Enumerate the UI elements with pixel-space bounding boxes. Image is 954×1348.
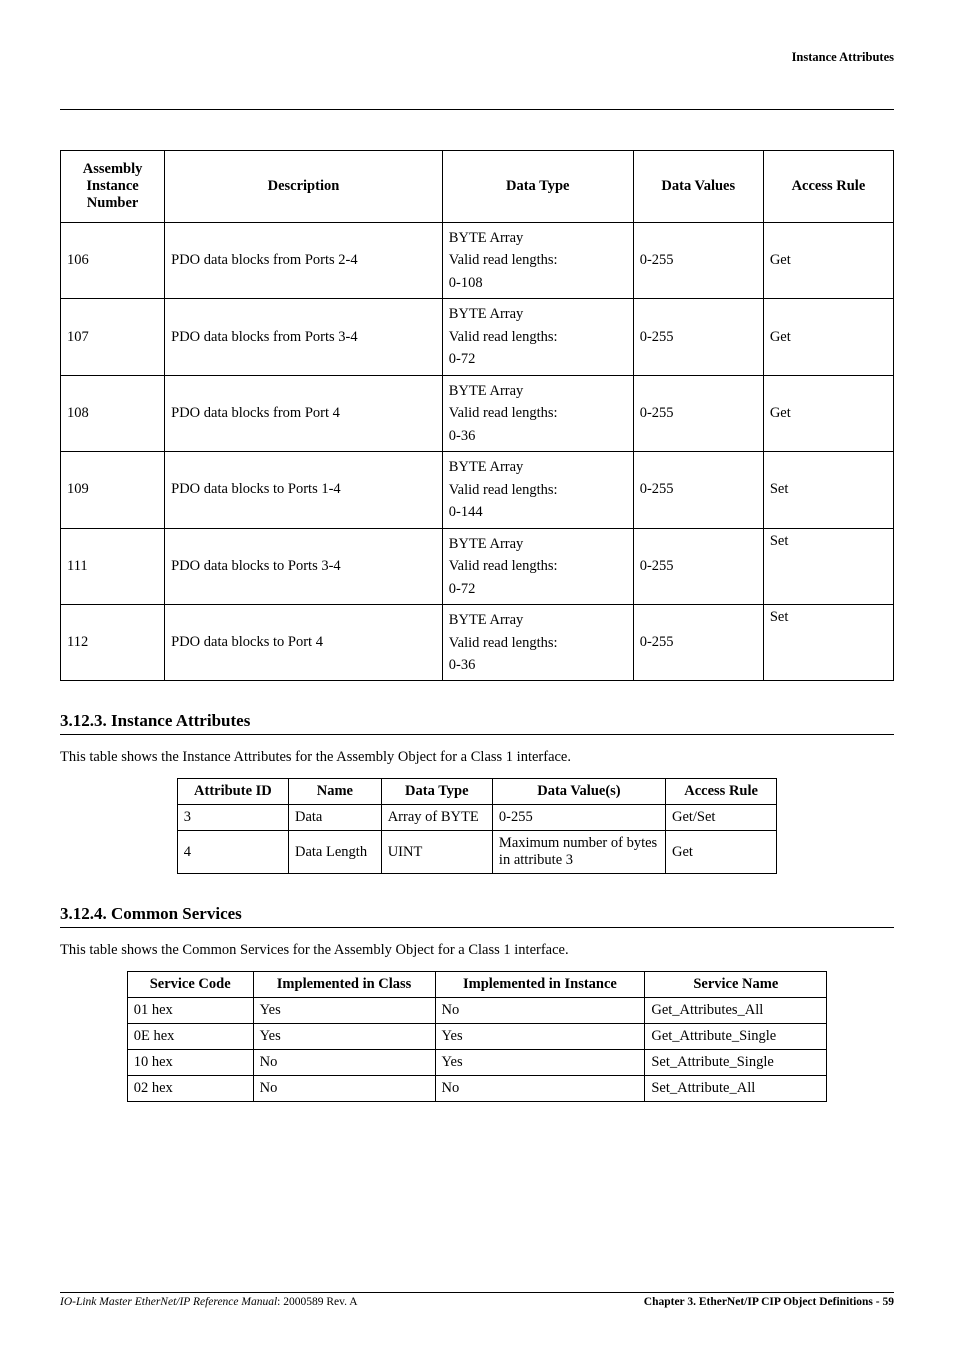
t3-h0: Service Code (127, 972, 253, 998)
attr-rule: Get (665, 831, 776, 874)
attr-rule: Get/Set (665, 805, 776, 831)
table-row: 108PDO data blocks from Port 4BYTE Array… (61, 375, 894, 451)
section-common-services-intro: This table shows the Common Services for… (60, 942, 894, 959)
section-instance-attributes-heading: 3.12.3. Instance Attributes (60, 711, 894, 735)
t2-h2: Data Type (381, 779, 492, 805)
svc-name: Get_Attribute_Single (645, 1024, 827, 1050)
assembly-values: 0-255 (633, 605, 763, 681)
footer-right: Chapter 3. EtherNet/IP CIP Object Defini… (644, 1296, 894, 1308)
table-row: 106PDO data blocks from Ports 2-4BYTE Ar… (61, 223, 894, 299)
assembly-rule: Set (763, 528, 893, 604)
table-row: 107PDO data blocks from Ports 3-4BYTE Ar… (61, 299, 894, 375)
assembly-desc: PDO data blocks from Port 4 (165, 375, 443, 451)
assembly-rule: Get (763, 299, 893, 375)
attr-id: 3 (177, 805, 288, 831)
assembly-desc: PDO data blocks from Ports 2-4 (165, 223, 443, 299)
svc-name: Set_Attribute_All (645, 1076, 827, 1102)
t2-h1: Name (289, 779, 382, 805)
assembly-datatype: BYTE ArrayValid read lengths:0-72 (442, 528, 633, 604)
assembly-number: 106 (61, 223, 165, 299)
t1-h1: Description (165, 151, 443, 223)
svc-code: 0E hex (127, 1024, 253, 1050)
assembly-rule: Get (763, 375, 893, 451)
attr-value: Maximum number of bytes in attribute 3 (492, 831, 665, 874)
table-row: 109PDO data blocks to Ports 1-4BYTE Arra… (61, 452, 894, 528)
assembly-desc: PDO data blocks to Ports 1-4 (165, 452, 443, 528)
assembly-values: 0-255 (633, 528, 763, 604)
attr-datatype: Array of BYTE (381, 805, 492, 831)
header-divider (60, 109, 894, 110)
table-row: 111PDO data blocks to Ports 3-4BYTE Arra… (61, 528, 894, 604)
footer-doc-title: IO-Link Master EtherNet/IP Reference Man… (60, 1296, 277, 1308)
svc-class: Yes (253, 998, 435, 1024)
assembly-values: 0-255 (633, 452, 763, 528)
table-row: 0E hexYesYesGet_Attribute_Single (127, 1024, 827, 1050)
svc-instance: Yes (435, 1024, 645, 1050)
assembly-number: 109 (61, 452, 165, 528)
section-instance-attributes-intro: This table shows the Instance Attributes… (60, 749, 894, 766)
page-header-title: Instance Attributes (60, 50, 894, 69)
assembly-desc: PDO data blocks from Ports 3-4 (165, 299, 443, 375)
svc-code: 10 hex (127, 1050, 253, 1076)
assembly-datatype: BYTE ArrayValid read lengths:0-72 (442, 299, 633, 375)
assembly-values: 0-255 (633, 299, 763, 375)
t1-h4: Access Rule (763, 151, 893, 223)
footer-left: IO-Link Master EtherNet/IP Reference Man… (60, 1296, 358, 1308)
assembly-rule: Set (763, 452, 893, 528)
svc-name: Set_Attribute_Single (645, 1050, 827, 1076)
assembly-values: 0-255 (633, 375, 763, 451)
attr-value: 0-255 (492, 805, 665, 831)
assembly-instance-table: Assembly Instance Number Description Dat… (60, 150, 894, 681)
attr-name: Data (289, 805, 382, 831)
svc-instance: No (435, 998, 645, 1024)
table-row: 4Data LengthUINTMaximum number of bytes … (177, 831, 776, 874)
instance-attributes-table: Attribute ID Name Data Type Data Value(s… (177, 778, 777, 874)
t1-h3: Data Values (633, 151, 763, 223)
common-services-table: Service Code Implemented in Class Implem… (127, 971, 828, 1102)
t3-h2: Implemented in Instance (435, 972, 645, 998)
t2-h3: Data Value(s) (492, 779, 665, 805)
svc-code: 02 hex (127, 1076, 253, 1102)
attr-datatype: UINT (381, 831, 492, 874)
svc-class: No (253, 1050, 435, 1076)
table-row: 02 hexNoNoSet_Attribute_All (127, 1076, 827, 1102)
assembly-number: 112 (61, 605, 165, 681)
assembly-desc: PDO data blocks to Port 4 (165, 605, 443, 681)
svc-name: Get_Attributes_All (645, 998, 827, 1024)
t3-h1: Implemented in Class (253, 972, 435, 998)
attr-name: Data Length (289, 831, 382, 874)
attr-id: 4 (177, 831, 288, 874)
t2-h0: Attribute ID (177, 779, 288, 805)
table-row: 3DataArray of BYTE0-255Get/Set (177, 805, 776, 831)
assembly-desc: PDO data blocks to Ports 3-4 (165, 528, 443, 604)
table-row: 01 hexYesNoGet_Attributes_All (127, 998, 827, 1024)
t2-h4: Access Rule (665, 779, 776, 805)
footer-doc-rev: : 2000589 Rev. A (277, 1296, 357, 1308)
assembly-rule: Get (763, 223, 893, 299)
page-footer: IO-Link Master EtherNet/IP Reference Man… (60, 1292, 894, 1308)
svc-instance: No (435, 1076, 645, 1102)
section-common-services-heading: 3.12.4. Common Services (60, 904, 894, 928)
assembly-datatype: BYTE ArrayValid read lengths:0-144 (442, 452, 633, 528)
t1-h2: Data Type (442, 151, 633, 223)
t1-h0: Assembly Instance Number (61, 151, 165, 223)
assembly-rule: Set (763, 605, 893, 681)
assembly-datatype: BYTE ArrayValid read lengths:0-108 (442, 223, 633, 299)
table-row: 10 hexNoYesSet_Attribute_Single (127, 1050, 827, 1076)
svc-class: No (253, 1076, 435, 1102)
assembly-datatype: BYTE ArrayValid read lengths:0-36 (442, 375, 633, 451)
svc-instance: Yes (435, 1050, 645, 1076)
assembly-datatype: BYTE ArrayValid read lengths:0-36 (442, 605, 633, 681)
assembly-values: 0-255 (633, 223, 763, 299)
svc-code: 01 hex (127, 998, 253, 1024)
t3-h3: Service Name (645, 972, 827, 998)
assembly-number: 107 (61, 299, 165, 375)
svc-class: Yes (253, 1024, 435, 1050)
table-row: 112PDO data blocks to Port 4BYTE ArrayVa… (61, 605, 894, 681)
assembly-number: 111 (61, 528, 165, 604)
assembly-number: 108 (61, 375, 165, 451)
